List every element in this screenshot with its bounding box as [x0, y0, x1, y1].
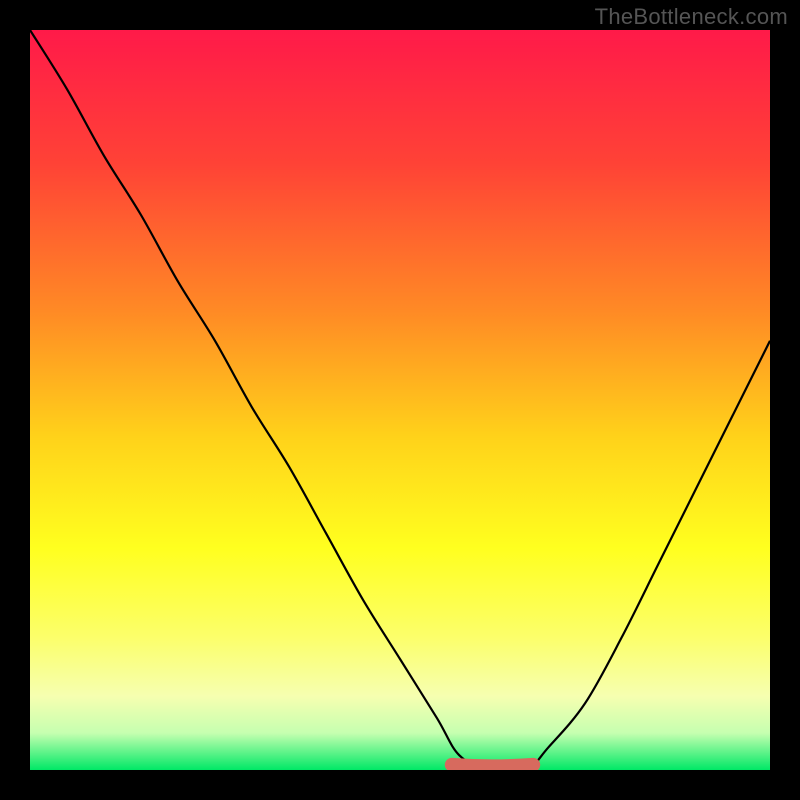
chart-frame: TheBottleneck.com	[0, 0, 800, 800]
flat-bottom-marker	[452, 765, 533, 767]
curve-layer	[30, 30, 770, 770]
bottleneck-curve	[30, 30, 770, 770]
watermark-text: TheBottleneck.com	[595, 4, 788, 30]
plot-area	[30, 30, 770, 770]
